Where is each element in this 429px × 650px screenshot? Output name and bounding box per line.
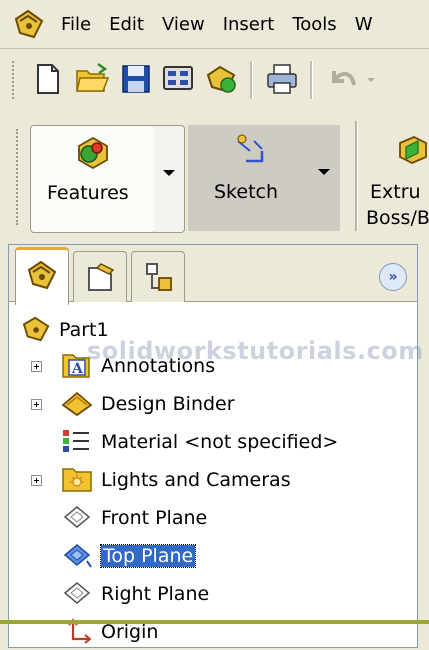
- extruded-boss-button[interactable]: Extru Boss/B: [366, 125, 429, 231]
- tree-item-material[interactable]: Material <not specified>: [9, 425, 409, 459]
- feature-manager-icon: [27, 260, 57, 290]
- feature-manager-panel: » Part1 solidworkstutorials.com A Annota…: [0, 236, 429, 650]
- annotations-icon: A: [62, 354, 90, 378]
- part-icon: [22, 316, 50, 342]
- expand-icon[interactable]: [31, 361, 42, 372]
- tree-item-label: Right Plane: [101, 583, 210, 605]
- toolbar-separator: [250, 61, 253, 99]
- panel-bottom-rule: [0, 620, 429, 624]
- extrude-label-line1: Extru: [370, 181, 421, 203]
- toolbar-grip[interactable]: [12, 61, 18, 99]
- undo-icon[interactable]: [324, 61, 360, 97]
- feature-manager-frame: » Part1 solidworkstutorials.com A Annota…: [8, 244, 423, 648]
- tree-item-label: Annotations: [101, 355, 216, 377]
- manager-tabs: »: [9, 245, 417, 305]
- tree-root-part[interactable]: Part1 solidworkstutorials.com: [9, 313, 423, 365]
- menu-window[interactable]: W: [346, 14, 382, 35]
- property-manager-icon: [88, 263, 115, 291]
- command-manager-grip[interactable]: [16, 129, 22, 225]
- menu-tools[interactable]: Tools: [283, 14, 345, 35]
- sketch-label: Sketch: [214, 181, 279, 203]
- tree-item-right-plane[interactable]: Right Plane: [9, 577, 409, 611]
- expand-panel-button[interactable]: »: [379, 263, 407, 291]
- menu-edit[interactable]: Edit: [100, 14, 153, 35]
- menu-insert[interactable]: Insert: [214, 14, 284, 35]
- features-label: Features: [47, 182, 129, 204]
- expand-icon[interactable]: [31, 475, 42, 486]
- plane-icon: [63, 506, 91, 528]
- toolbar-separator: [310, 61, 313, 99]
- expand-icon[interactable]: [31, 399, 42, 410]
- menu-view[interactable]: View: [153, 14, 214, 35]
- tree-item-front-plane[interactable]: Front Plane: [9, 501, 409, 535]
- material-icon: [63, 430, 89, 452]
- tree-item-label: Origin: [101, 621, 159, 643]
- tree-item-lights-and-cameras[interactable]: Lights and Cameras: [9, 463, 409, 497]
- open-folder-icon[interactable]: [74, 61, 110, 97]
- print-icon[interactable]: [264, 61, 300, 97]
- new-document-icon[interactable]: [30, 61, 66, 97]
- save-icon[interactable]: [118, 61, 154, 97]
- sketch-button[interactable]: Sketch: [188, 125, 340, 231]
- chevron-down-icon: [318, 169, 330, 175]
- tab-feature-manager[interactable]: [15, 247, 69, 305]
- command-manager: Features Sketch Extru Boss/B: [0, 111, 429, 236]
- tree-item-label: Top Plane: [99, 544, 197, 568]
- features-dropdown-button[interactable]: [154, 125, 185, 233]
- solidworks-logo-icon[interactable]: [12, 7, 46, 41]
- features-button[interactable]: Features: [30, 125, 156, 233]
- menu-file[interactable]: File: [52, 14, 100, 35]
- feature-tree: Part1 solidworkstutorials.com A Annotati…: [9, 301, 423, 647]
- tree-item-label: Front Plane: [101, 507, 208, 529]
- tree-item-label: Lights and Cameras: [101, 469, 291, 491]
- configuration-manager-icon: [146, 263, 172, 291]
- tree-item-label: Material <not specified>: [101, 431, 339, 453]
- tree-item-design-binder[interactable]: Design Binder: [9, 387, 409, 421]
- standard-toolbar: [0, 48, 429, 112]
- chevron-down-icon: [163, 170, 175, 176]
- tree-item-top-plane[interactable]: Top Plane: [9, 539, 409, 573]
- lights-and-cameras-icon: [62, 468, 92, 492]
- undo-dropdown-icon[interactable]: [364, 61, 378, 97]
- command-manager-separator: [355, 121, 358, 231]
- extrude-label-line2: Boss/B: [366, 207, 429, 229]
- plane-selected-icon: [63, 544, 92, 568]
- plane-icon: [63, 582, 91, 604]
- rebuild-icon[interactable]: [204, 61, 240, 97]
- svg-text:A: A: [71, 361, 84, 377]
- options-icon[interactable]: [160, 61, 196, 97]
- tab-configuration-manager[interactable]: [131, 251, 185, 302]
- features-icon: [78, 136, 108, 170]
- tree-item-label: Design Binder: [101, 393, 235, 415]
- tab-property-manager[interactable]: [73, 251, 127, 302]
- design-binder-icon: [61, 391, 93, 417]
- sketch-icon: [237, 134, 264, 163]
- tree-item-annotations[interactable]: A Annotations: [9, 349, 409, 383]
- extrude-icon: [399, 136, 427, 164]
- menu-bar: File Edit View Insert Tools W: [0, 0, 429, 48]
